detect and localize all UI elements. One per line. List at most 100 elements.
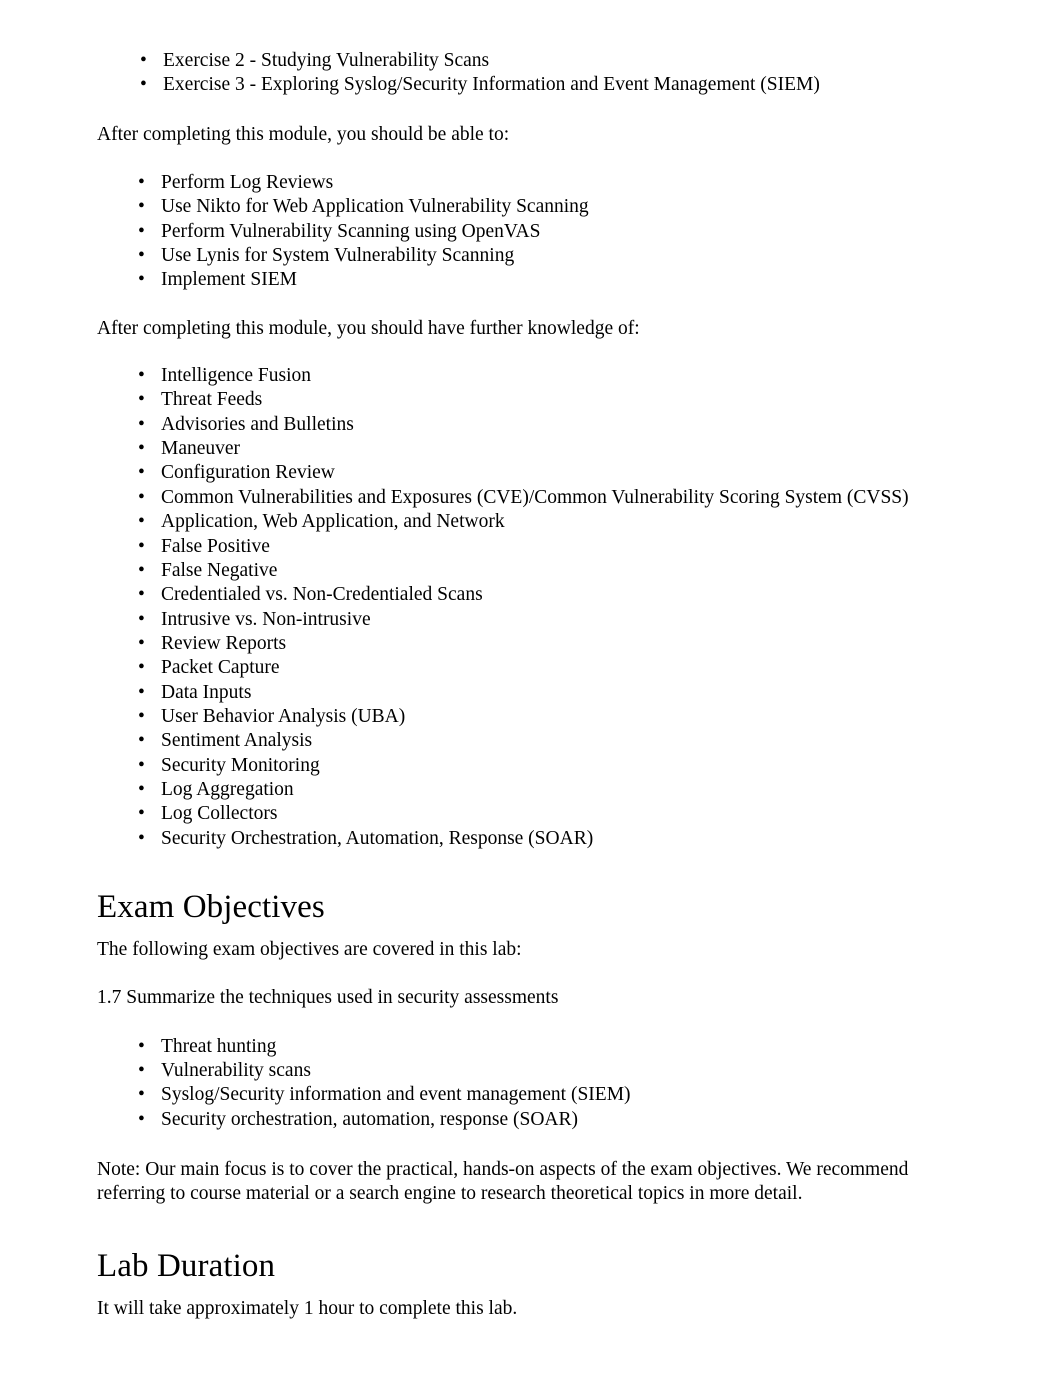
list-item-label: Use Lynis for System Vulnerability Scann…	[161, 245, 515, 267]
bullet-icon: •	[138, 657, 145, 679]
list-item-label: Threat hunting	[161, 1035, 277, 1057]
list-item-label: Intelligence Fusion	[161, 365, 312, 387]
list-item-label: Security orchestration, automation, resp…	[161, 1108, 578, 1130]
list-item: • Log Collectors	[97, 802, 967, 826]
list-item: • Configuration Review	[97, 461, 967, 485]
list-item-label: Exercise 2 - Studying Vulnerability Scan…	[163, 50, 490, 71]
document-content: • Exercise 2 - Studying Vulnerability Sc…	[97, 0, 967, 1321]
bullet-icon: •	[138, 778, 145, 800]
exam-objectives-heading: Exam Objectives	[97, 888, 325, 925]
bullet-icon: •	[138, 535, 145, 557]
list-item-label: Credentialed vs. Non-Credentialed Scans	[161, 584, 483, 606]
bullet-icon: •	[138, 269, 145, 291]
list-item: • Packet Capture	[97, 656, 967, 680]
exam-objectives-note: Note: Our main focus is to cover the pra…	[97, 1159, 909, 1205]
list-item-label: Use Nikto for Web Application Vulnerabil…	[161, 196, 589, 218]
list-item-label: Vulnerability scans	[161, 1060, 311, 1081]
bullet-icon: •	[138, 559, 145, 581]
lab-duration-text: It will take approximately 1 hour to com…	[97, 1297, 518, 1319]
list-item-label: Maneuver	[161, 438, 241, 460]
list-item-label: Log Collectors	[161, 803, 278, 825]
bullet-icon: •	[138, 827, 145, 849]
list-item: • Common Vulnerabilities and Exposures (…	[97, 486, 967, 510]
list-item-label: Configuration Review	[161, 462, 335, 484]
list-item-label: Security Orchestration, Automation, Resp…	[161, 827, 594, 849]
bullet-icon: •	[138, 1060, 145, 1081]
intro-able-paragraph: After completing this module, you should…	[97, 123, 510, 145]
list-item: • Advisories and Bulletins	[97, 413, 967, 437]
list-item: • Vulnerability scans	[97, 1059, 967, 1083]
bullet-icon: •	[138, 730, 145, 752]
list-item: • Threat hunting	[97, 1035, 967, 1059]
knowledge-topics-list: • Intelligence Fusion • Threat Feeds • A…	[97, 364, 967, 851]
list-item: • Sentiment Analysis	[97, 729, 967, 753]
list-item: • Intrusive vs. Non-intrusive	[97, 608, 967, 632]
list-item-label: False Negative	[161, 559, 278, 581]
list-item: • Exercise 2 - Studying Vulnerability Sc…	[97, 49, 967, 73]
list-item-label: Log Aggregation	[161, 778, 294, 800]
list-item-label: Sentiment Analysis	[161, 730, 313, 752]
list-item: • Maneuver	[97, 437, 967, 461]
list-item: • Syslog/Security information and event …	[97, 1083, 967, 1107]
list-item-label: False Positive	[161, 535, 270, 557]
list-item-label: Data Inputs	[161, 681, 252, 703]
bullet-icon: •	[138, 1035, 145, 1057]
list-item-label: Application, Web Application, and Networ…	[161, 511, 505, 533]
bullet-icon: •	[138, 365, 145, 387]
list-item-label: Exercise 3 - Exploring Syslog/Security I…	[163, 74, 820, 96]
list-item-label: Common Vulnerabilities and Exposures (CV…	[161, 486, 909, 508]
list-item: • False Negative	[97, 559, 967, 583]
list-item: • Credentialed vs. Non-Credentialed Scan…	[97, 583, 967, 607]
list-item-label: Review Reports	[161, 632, 287, 654]
list-item: • Implement SIEM	[97, 268, 967, 292]
bullet-icon: •	[138, 584, 145, 606]
list-item-label: User Behavior Analysis (UBA)	[161, 705, 406, 727]
lab-duration-heading: Lab Duration	[97, 1247, 276, 1284]
bullet-icon: •	[138, 220, 145, 242]
list-item-label: Syslog/Security information and event ma…	[161, 1084, 631, 1106]
exam-objective-items-list: • Threat hunting • Vulnerability scans •…	[97, 1035, 967, 1132]
top-spacer	[97, 0, 967, 49]
list-item-label: Intrusive vs. Non-intrusive	[161, 608, 371, 630]
bullet-icon: •	[138, 511, 145, 533]
list-item: • User Behavior Analysis (UBA)	[97, 705, 967, 729]
list-item: • Security orchestration, automation, re…	[97, 1108, 967, 1132]
objectives-able-list: • Perform Log Reviews • Use Nikto for We…	[97, 171, 967, 293]
bullet-icon: •	[138, 438, 145, 460]
bullet-icon: •	[138, 172, 145, 194]
bullet-icon: •	[138, 1084, 145, 1106]
list-item: • False Positive	[97, 535, 967, 559]
exam-objective-line: 1.7 Summarize the techniques used in sec…	[97, 987, 559, 1009]
bullet-icon: •	[140, 74, 147, 96]
bullet-icon: •	[138, 608, 145, 630]
bullet-icon: •	[138, 1108, 145, 1130]
list-item-label: Perform Log Reviews	[161, 172, 334, 194]
bullet-icon: •	[138, 632, 145, 654]
list-item: • Use Lynis for System Vulnerability Sca…	[97, 244, 967, 268]
document-page: • Exercise 2 - Studying Vulnerability Sc…	[0, 0, 1062, 1376]
bullet-icon: •	[138, 196, 145, 218]
bullet-icon: •	[138, 462, 145, 484]
list-item: • Exercise 3 - Exploring Syslog/Security…	[97, 73, 967, 97]
exam-objectives-intro: The following exam objectives are covere…	[97, 938, 522, 960]
bullet-icon: •	[138, 705, 145, 727]
intro-knowledge-paragraph: After completing this module, you should…	[97, 317, 640, 339]
bullet-icon: •	[140, 50, 147, 71]
list-item: • Log Aggregation	[97, 778, 967, 802]
list-item-label: Packet Capture	[161, 657, 280, 679]
bullet-icon: •	[138, 486, 145, 508]
bullet-icon: •	[138, 754, 145, 776]
list-item-label: Perform Vulnerability Scanning using Ope…	[161, 220, 541, 242]
list-item: • Threat Feeds	[97, 388, 967, 412]
list-item: • Perform Vulnerability Scanning using O…	[97, 220, 967, 244]
bullet-icon: •	[138, 681, 145, 703]
